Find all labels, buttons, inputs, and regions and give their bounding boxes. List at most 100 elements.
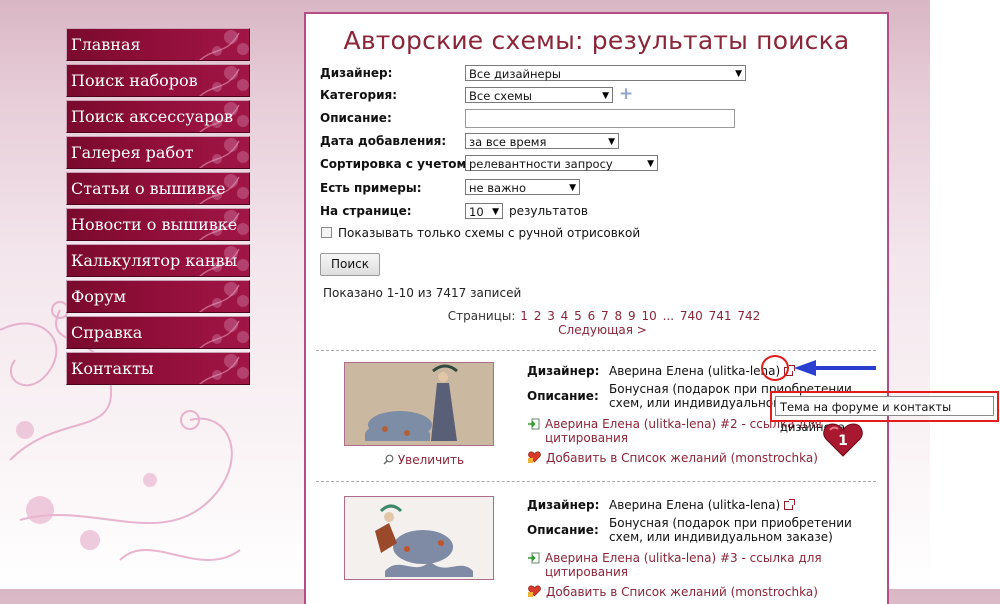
per-page-select[interactable]: 10 ▼ xyxy=(465,203,503,219)
date-added-select[interactable]: за все время ▼ xyxy=(465,133,619,149)
category-label: Категория: xyxy=(320,88,398,102)
add-to-wishlist-link[interactable]: Добавить в Список желаний (monstrochka) xyxy=(546,585,818,599)
menu-item-label: Контакты xyxy=(71,359,154,378)
citation-link-line: цитирования xyxy=(545,565,629,579)
page-link[interactable]: 6 xyxy=(588,309,596,323)
menu-item-news[interactable]: Новости о вышивке xyxy=(66,208,250,241)
external-link-icon[interactable] xyxy=(784,499,796,510)
page-title: Авторские схемы: результаты поиска xyxy=(343,26,850,55)
handdrawn-only-checkbox[interactable] xyxy=(321,227,332,238)
designer-field-label: Дизайнер: xyxy=(527,364,600,378)
designer-select-value: Все дизайнеры xyxy=(469,67,561,81)
wishlist-count-heart-icon[interactable]: 1 xyxy=(822,422,864,458)
menu-item-label: Главная xyxy=(71,35,141,54)
sort-select[interactable]: релевантности запросу ▼ xyxy=(465,155,658,171)
quote-link-icon xyxy=(528,552,540,564)
date-added-label: Дата добавления: xyxy=(320,134,447,148)
designer-label: Дизайнер: xyxy=(320,66,393,80)
page-link[interactable]: 7 xyxy=(601,309,609,323)
page-link[interactable]: 9 xyxy=(628,309,636,323)
pagination-label: Страницы: xyxy=(447,309,516,323)
wishlist-count: 1 xyxy=(838,433,848,449)
menu-item-accessories-search[interactable]: Поиск аксессуаров xyxy=(66,100,250,133)
page-link[interactable]: 2 xyxy=(534,309,542,323)
description-line: схем, или индивидуальном заказе) xyxy=(609,530,833,544)
result-divider xyxy=(316,481,876,482)
next-page-link[interactable]: Следующая > xyxy=(558,323,647,337)
pagination-links: 1 2 3 4 5 6 7 8 9 10 ... 740 741 742 xyxy=(519,309,761,323)
left-navigation-menu: Главная Поиск наборов Поиск аксессуаров Гал… xyxy=(66,28,250,388)
page-link[interactable]: 5 xyxy=(574,309,582,323)
pagination-ellipsis: ... xyxy=(662,309,675,323)
zoom-label: Увеличить xyxy=(397,453,465,467)
description-line: Бонусная (подарок при приобретении xyxy=(609,516,852,530)
category-select[interactable]: Все схемы ▼ xyxy=(465,87,613,103)
result-thumbnail[interactable] xyxy=(344,362,494,446)
blue-arrow-annotation xyxy=(794,360,876,376)
dropdown-arrow-icon: ▼ xyxy=(735,69,742,79)
search-button[interactable]: Поиск xyxy=(320,253,381,276)
pagination-next-row: Следующая > xyxy=(306,323,893,337)
category-select-value: Все схемы xyxy=(469,89,532,103)
add-to-wishlist-link[interactable]: Добавить в Список желаний (monstrochka) xyxy=(546,451,818,465)
citation-link-line: Аверина Елена (ulitka-lena) #3 - ссылка … xyxy=(545,551,822,565)
menu-item-label: Поиск наборов xyxy=(71,71,198,90)
menu-item-contacts[interactable]: Контакты xyxy=(66,352,250,385)
citation-link[interactable]: Аверина Елена (ulitka-lena) #3 - ссылка … xyxy=(545,551,822,579)
page-link[interactable]: 742 xyxy=(737,309,760,323)
date-added-select-value: за все время xyxy=(469,135,547,149)
sort-label: Сортировка с учетом: xyxy=(320,157,472,171)
dropdown-arrow-icon: ▼ xyxy=(492,207,499,217)
description-label: Описание: xyxy=(320,111,392,125)
menu-item-articles[interactable]: Статьи о вышивке xyxy=(66,172,250,205)
zoom-link[interactable]: Увеличить xyxy=(383,453,464,467)
dropdown-arrow-icon: ▼ xyxy=(647,159,654,169)
designer-value: Аверина Елена (ulitka-lena) xyxy=(609,498,796,512)
menu-item-kits-search[interactable]: Поиск наборов xyxy=(66,64,250,97)
designer-field-label: Дизайнер: xyxy=(527,498,600,512)
menu-item-label: Статьи о вышивке xyxy=(71,179,226,198)
add-category-plus-icon[interactable]: + xyxy=(619,86,633,103)
per-page-suffix: результатов xyxy=(509,204,588,218)
page-link[interactable]: 3 xyxy=(547,309,555,323)
menu-item-home[interactable]: Главная xyxy=(66,28,250,61)
menu-floral-decoration xyxy=(199,30,249,60)
result-divider xyxy=(316,350,876,351)
dropdown-arrow-icon: ▼ xyxy=(569,183,576,193)
menu-item-label: Галерея работ xyxy=(71,143,194,162)
has-examples-select[interactable]: не важно ▼ xyxy=(465,179,580,195)
page-link[interactable]: 4 xyxy=(561,309,569,323)
sort-select-value: релевантности запросу xyxy=(469,157,613,171)
menu-item-label: Калькулятор канвы xyxy=(71,251,238,270)
highlight-box-annotation xyxy=(770,391,999,422)
designer-select[interactable]: Все дизайнеры ▼ xyxy=(465,65,746,81)
menu-item-gallery[interactable]: Галерея работ xyxy=(66,136,250,169)
result-thumbnail[interactable] xyxy=(344,496,494,580)
page-link[interactable]: 10 xyxy=(641,309,656,323)
dropdown-arrow-icon: ▼ xyxy=(608,137,615,147)
page-link[interactable]: 1 xyxy=(520,309,528,323)
menu-item-forum[interactable]: Форум xyxy=(66,280,250,313)
menu-floral-decoration xyxy=(199,282,249,312)
menu-floral-decoration xyxy=(199,354,249,384)
quote-link-icon xyxy=(528,418,540,430)
page-link[interactable]: 8 xyxy=(615,309,623,323)
dropdown-arrow-icon: ▼ xyxy=(602,91,609,101)
menu-item-label: Справка xyxy=(71,323,143,342)
menu-item-help[interactable]: Справка xyxy=(66,316,250,349)
magnifier-icon xyxy=(383,454,394,465)
description-field-label: Описание: xyxy=(527,389,599,403)
menu-item-label: Форум xyxy=(71,287,127,306)
menu-item-label: Поиск аксессуаров xyxy=(71,107,234,126)
page-link[interactable]: 741 xyxy=(709,309,732,323)
right-margin xyxy=(930,0,1000,589)
page-link[interactable]: 740 xyxy=(680,309,703,323)
menu-item-canvas-calculator[interactable]: Калькулятор канвы xyxy=(66,244,250,277)
per-page-select-value: 10 xyxy=(469,205,484,219)
description-input[interactable] xyxy=(465,109,735,128)
search-results-panel: Авторские схемы: результаты поиска Дизай… xyxy=(304,12,889,604)
has-examples-label: Есть примеры: xyxy=(320,181,422,195)
menu-floral-decoration xyxy=(199,318,249,348)
has-examples-select-value: не важно xyxy=(469,181,526,195)
pattern-preview-image xyxy=(345,497,493,579)
